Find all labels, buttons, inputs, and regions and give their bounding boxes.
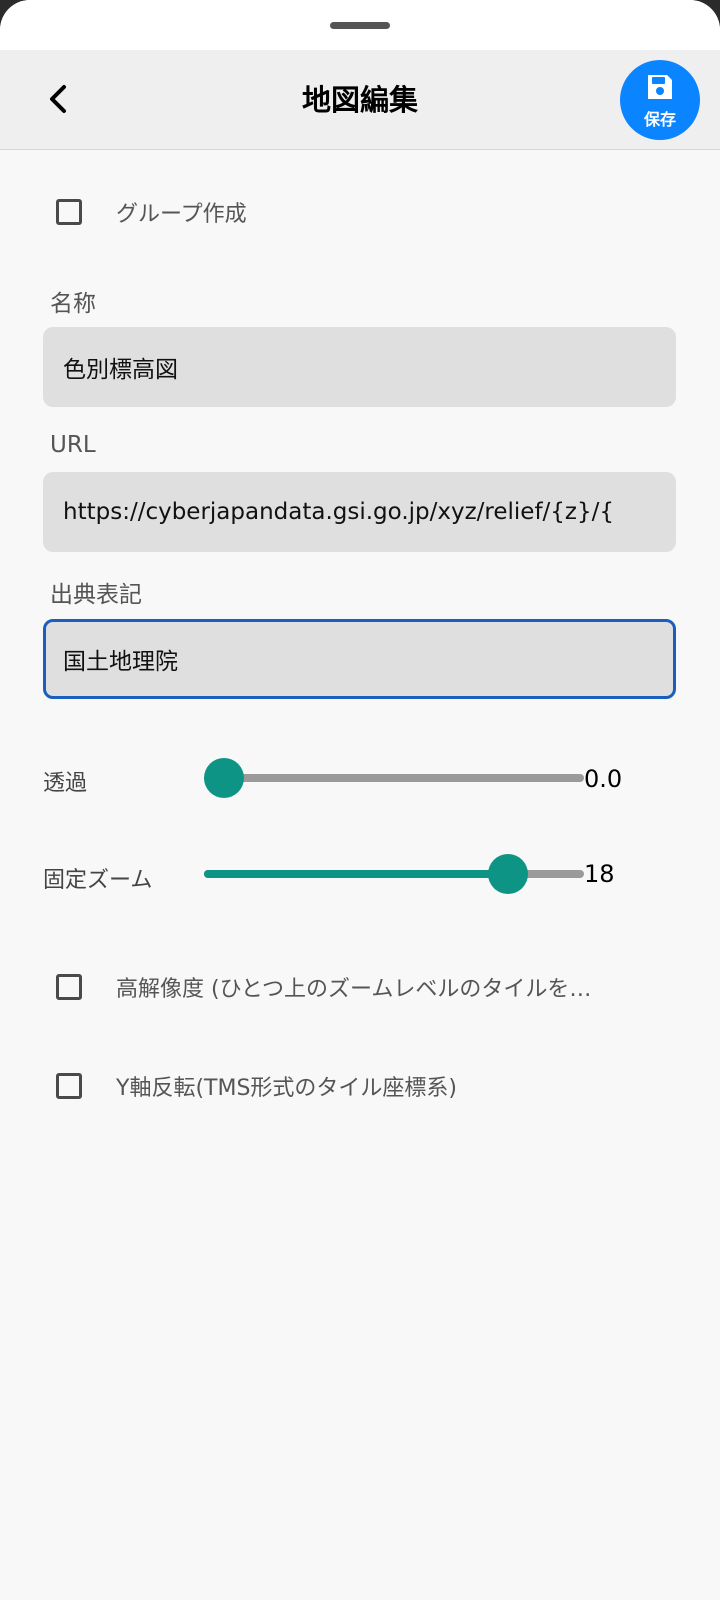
name-label: 名称 bbox=[50, 291, 96, 317]
group-create-label: グループ作成 bbox=[116, 202, 247, 227]
opacity-label: 透過 bbox=[43, 771, 88, 796]
chevron-left-icon bbox=[50, 85, 66, 113]
sheet-grabber-handle[interactable] bbox=[330, 22, 390, 29]
bottom-sheet: 地図編集 保存 グループ作成 名称 色別標高図 URL https://cybe… bbox=[0, 0, 720, 1600]
floppy-disk-icon bbox=[648, 74, 672, 99]
fixed-zoom-label: 固定ズーム bbox=[43, 868, 153, 893]
header-bar: 地図編集 保存 bbox=[0, 50, 720, 150]
high-resolution-checkbox[interactable] bbox=[56, 974, 82, 1000]
opacity-slider-thumb[interactable] bbox=[204, 758, 244, 798]
save-label: 保存 bbox=[643, 109, 676, 129]
group-create-checkbox[interactable] bbox=[56, 199, 82, 225]
page-title: 地図編集 bbox=[301, 83, 418, 117]
url-label: URL bbox=[50, 432, 96, 458]
opacity-slider-track[interactable] bbox=[224, 774, 584, 782]
opacity-value: 0.0 bbox=[584, 765, 623, 793]
y-axis-flip-checkbox[interactable] bbox=[56, 1073, 82, 1099]
high-resolution-checkbox-row[interactable]: 高解像度 (ひとつ上のズームレベルのタイルを… bbox=[56, 971, 591, 1003]
high-resolution-label: 高解像度 (ひとつ上のズームレベルのタイルを… bbox=[116, 977, 592, 1002]
name-input[interactable]: 色別標高図 bbox=[43, 327, 676, 407]
group-create-checkbox-row[interactable]: グループ作成 bbox=[56, 196, 247, 228]
zoom-slider-fill bbox=[204, 870, 509, 878]
save-button[interactable]: 保存 bbox=[620, 60, 700, 140]
y-axis-flip-label: Y軸反転(TMS形式のタイル座標系) bbox=[116, 1076, 457, 1101]
attribution-input[interactable]: 国土地理院 bbox=[43, 619, 676, 699]
zoom-slider-thumb[interactable] bbox=[488, 854, 529, 894]
fixed-zoom-value: 18 bbox=[584, 860, 615, 888]
back-button[interactable] bbox=[34, 72, 82, 126]
y-axis-flip-checkbox-row[interactable]: Y軸反転(TMS形式のタイル座標系) bbox=[56, 1070, 457, 1102]
attribution-label: 出典表記 bbox=[50, 582, 142, 608]
url-input[interactable]: https://cyberjapandata.gsi.go.jp/xyz/rel… bbox=[43, 472, 676, 552]
